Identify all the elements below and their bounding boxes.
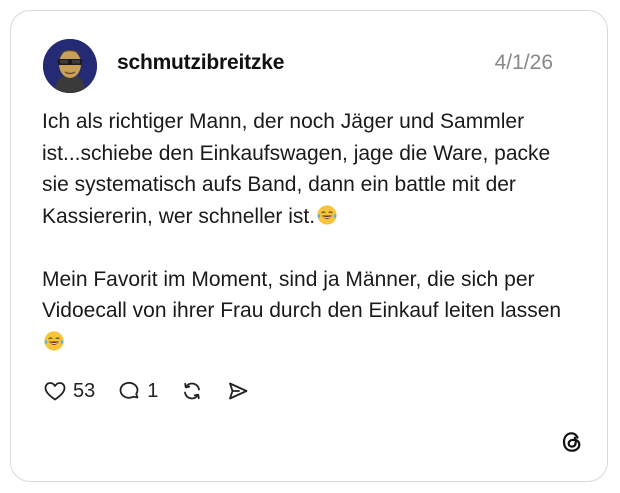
heart-icon bbox=[44, 382, 66, 401]
send-icon bbox=[229, 382, 248, 400]
repost-button[interactable] bbox=[180, 379, 204, 403]
post-paragraph-2-text: Mein Favorit im Moment, sind ja Männer, … bbox=[42, 267, 562, 323]
like-button[interactable]: 53 bbox=[43, 379, 95, 403]
tears-of-joy-emoji-icon bbox=[317, 204, 337, 225]
threads-logo-icon[interactable] bbox=[559, 429, 585, 455]
post-paragraph: Mein Favorit im Moment, sind ja Männer, … bbox=[42, 264, 582, 359]
repost-icon bbox=[184, 382, 201, 400]
post-card: schmutzibreitzke 4/1/26 Ich als richtige… bbox=[10, 10, 608, 482]
avatar-image bbox=[43, 39, 97, 93]
post-paragraph: Ich als richtiger Mann, der noch Jäger u… bbox=[42, 106, 582, 232]
reply-button[interactable]: 1 bbox=[117, 379, 158, 403]
post-paragraph-1-text: Ich als richtiger Mann, der noch Jäger u… bbox=[42, 110, 551, 228]
speech-bubble-icon bbox=[119, 381, 139, 399]
like-count: 53 bbox=[73, 379, 96, 402]
post-date: 4/1/26 bbox=[494, 51, 553, 74]
tears-of-joy-emoji-icon bbox=[44, 330, 64, 351]
reply-count: 1 bbox=[147, 379, 159, 402]
action-bar: 53 1 bbox=[43, 376, 272, 406]
post-text: Ich als richtiger Mann, der noch Jäger u… bbox=[42, 106, 582, 358]
username[interactable]: schmutzibreitzke bbox=[117, 51, 284, 75]
avatar[interactable] bbox=[43, 39, 97, 93]
share-button[interactable] bbox=[226, 379, 250, 403]
